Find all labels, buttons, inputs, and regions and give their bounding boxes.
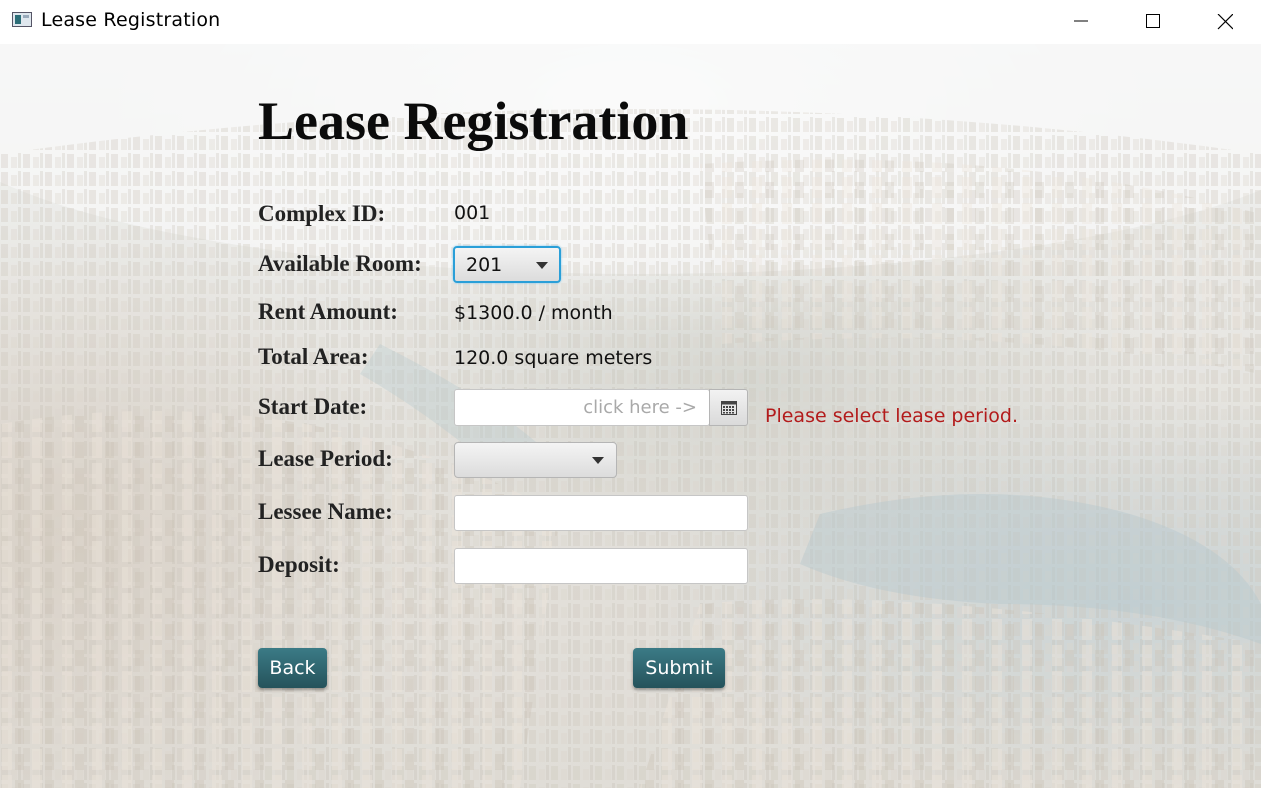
close-icon [1217, 14, 1233, 30]
lessee-name-input[interactable] [454, 495, 748, 531]
total-area-value: 120.0 square meters [454, 347, 653, 369]
chevron-down-icon [592, 457, 604, 464]
chevron-down-icon [536, 262, 548, 269]
rent-amount-value: $1300.0 / month [454, 302, 613, 324]
lease-period-select[interactable] [454, 442, 617, 478]
lessee-name-label: Lessee Name: [258, 499, 393, 524]
total-area-label: Total Area: [258, 344, 369, 369]
start-date-input[interactable] [454, 389, 710, 426]
rent-amount-label: Rent Amount: [258, 299, 398, 324]
complex-id-value: 001 [454, 202, 491, 224]
calendar-icon [721, 401, 737, 415]
page-title: Lease Registration [258, 91, 689, 151]
date-picker-button[interactable] [709, 389, 748, 426]
lease-period-error: Please select lease period. [765, 405, 1018, 427]
deposit-label: Deposit: [258, 552, 340, 577]
maximize-icon [1146, 14, 1160, 28]
minimize-icon [1074, 20, 1088, 22]
minimize-button[interactable] [1045, 0, 1117, 44]
available-room-select[interactable]: 201 [453, 246, 561, 283]
title-bar: Lease Registration [0, 0, 1261, 44]
available-room-label: Available Room: [258, 251, 422, 276]
close-button[interactable] [1189, 0, 1261, 44]
maximize-button[interactable] [1117, 0, 1189, 44]
window-title: Lease Registration [41, 9, 221, 31]
deposit-input[interactable] [454, 548, 748, 584]
complex-id-label: Complex ID: [258, 201, 386, 226]
submit-button[interactable]: Submit [633, 648, 725, 688]
lease-period-label: Lease Period: [258, 446, 393, 471]
available-room-selected: 201 [466, 254, 503, 276]
back-button[interactable]: Back [258, 648, 327, 688]
app-window-icon [12, 12, 32, 27]
start-date-label: Start Date: [258, 394, 368, 419]
